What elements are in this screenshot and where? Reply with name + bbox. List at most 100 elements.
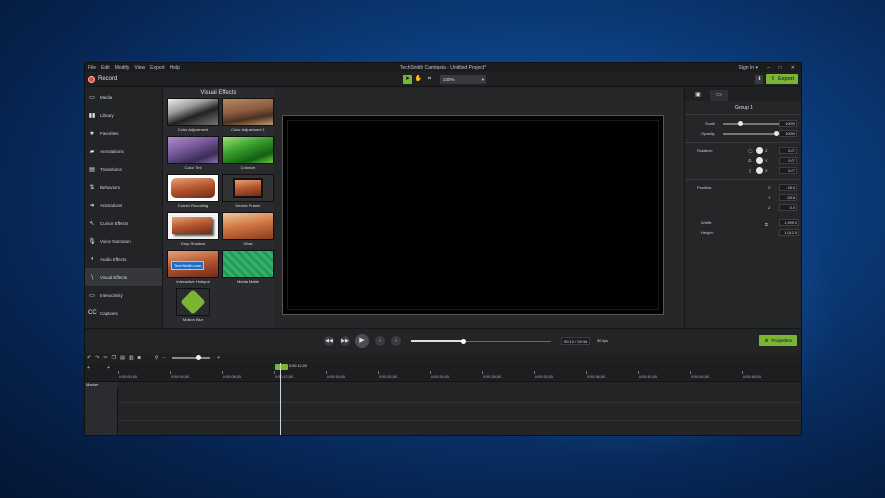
record-label: Record [98, 76, 118, 82]
add-marker-icon[interactable]: + [107, 365, 110, 371]
tab-group-properties-icon[interactable]: ▭ [710, 90, 728, 101]
zoom-search-icon[interactable]: ⚲ [155, 355, 159, 361]
effect-tile-color-tint[interactable]: Color Tint [167, 136, 219, 173]
nav-item-media[interactable]: ▭ Media [85, 88, 162, 106]
nav-item-voice-narration[interactable]: 🎙 Voice Narration [85, 232, 162, 250]
menu-file[interactable]: File [88, 65, 96, 71]
effect-thumbnail [176, 288, 210, 316]
zoom-out-icon[interactable]: − [162, 355, 165, 361]
position-x-row: Position: X -28.0 [685, 183, 801, 193]
nav-label: Cursor Effects [100, 220, 129, 226]
rotation-z-row: Rotation: ◯ Z 0.0° [685, 146, 801, 156]
timeline-zoom-slider[interactable] [172, 355, 211, 360]
step-forward-icon[interactable]: ▶▶ [340, 336, 350, 346]
redo-icon[interactable]: ↷ [95, 355, 99, 361]
opacity-field[interactable]: 100% [779, 130, 797, 137]
lock-aspect-icon[interactable]: ⧉ [765, 222, 768, 227]
copy-icon[interactable]: ❐ [112, 355, 116, 361]
scrubber-knob[interactable] [460, 339, 466, 344]
record-button[interactable]: Record [85, 75, 118, 83]
playhead-line [280, 363, 281, 435]
play-icon[interactable]: ▶ [355, 334, 369, 348]
properties-button[interactable]: ⚙ Properties [759, 335, 797, 346]
effect-tile-media-matte[interactable]: Media Matte [222, 250, 274, 287]
export-button[interactable]: ⇪ Export [766, 74, 798, 84]
maximize-icon[interactable]: □ [779, 65, 782, 71]
pan-tool-icon[interactable]: ✋ [414, 75, 423, 84]
properties-panel: ▣ ▭ Group 1 Scale 100% Opacity 100% Rota… [684, 88, 801, 328]
nav-item-animations[interactable]: ➜ Animations [85, 196, 162, 214]
playback-scrubber[interactable] [411, 339, 551, 344]
scale-field[interactable]: 100% [779, 120, 797, 127]
step-back-icon[interactable]: ◀◀ [324, 336, 334, 346]
nav-item-favorites[interactable]: ★ Favorites [85, 124, 162, 142]
menu-edit[interactable]: Edit [101, 65, 110, 71]
zoom-in-icon[interactable]: + [217, 355, 220, 361]
scale-slider[interactable] [723, 121, 779, 126]
tab-visual-properties-icon[interactable]: ▣ [689, 90, 707, 101]
add-track-icon[interactable]: + [87, 365, 90, 371]
rotation-z-field[interactable]: 0.0° [779, 147, 797, 154]
undo-icon[interactable]: ↶ [87, 355, 91, 361]
timeline-ruler[interactable]: + + 0:00:12;00 0:00:00;00 0:00:04;00 0:00:… [85, 363, 801, 382]
effect-tile-color-adjustment[interactable]: Color Adjustment [167, 98, 219, 135]
width-field[interactable]: 1,999.0 [779, 219, 799, 226]
rotation-y-field[interactable]: 0.0° [779, 157, 797, 164]
effect-tile-drop-shadow[interactable]: Drop Shadow [167, 212, 219, 249]
effect-thumbnail [167, 174, 219, 202]
next-icon[interactable]: › [391, 336, 401, 346]
menu-view[interactable]: View [134, 65, 145, 71]
position-z-field[interactable]: 0.0 [779, 204, 797, 211]
menu-help[interactable]: Help [170, 65, 180, 71]
canvas-preview[interactable] [287, 120, 659, 310]
close-icon[interactable]: ✕ [791, 65, 795, 71]
timeline-tracks[interactable] [85, 382, 801, 435]
paste-icon[interactable]: ▤ [120, 355, 125, 361]
scale-slider-knob[interactable] [738, 121, 744, 126]
effect-label: Color Adjustment [177, 127, 209, 132]
effect-tile-color-adjustment-1[interactable]: Color Adjustment 1 [222, 98, 274, 135]
effect-tile-interactive-hotspot[interactable]: TechSmith.com Interactive Hotspot [167, 250, 219, 287]
split-icon[interactable]: ▥ [129, 355, 134, 361]
menu-modify[interactable]: Modify [115, 65, 130, 71]
toolbar-right: ⬇ ⇪ Export [755, 74, 801, 84]
nav-item-visual-effects[interactable]: ∖ Visual Effects [85, 268, 162, 286]
nav-item-interactivity[interactable]: ▭ Interactivity [85, 286, 162, 304]
position-x-field[interactable]: -28.0 [779, 184, 797, 191]
nav-item-behaviors[interactable]: ⇅ Behaviors [85, 178, 162, 196]
cut-icon[interactable]: ✂ [103, 355, 107, 361]
previous-icon[interactable]: ‹ [375, 336, 385, 346]
nav-item-cursor-effects[interactable]: ↖ Cursor Effects [85, 214, 162, 232]
playhead-handle[interactable] [275, 364, 288, 370]
effect-tile-corner-rounding[interactable]: Corner Rounding [167, 174, 219, 211]
time-readout: 00:12 / 00:34 [561, 337, 591, 345]
effect-tile-colorize[interactable]: Colorize [222, 136, 274, 173]
ruler-tick-label: 0:00:32;00 [534, 371, 553, 379]
effect-tile-glow[interactable]: Glow [222, 212, 274, 249]
select-tool-icon[interactable]: ➤ [403, 75, 412, 84]
nav-item-annotations[interactable]: ▰ Annotations [85, 142, 162, 160]
position-y-field[interactable]: -53.6 [779, 194, 797, 201]
download-icon[interactable]: ⬇ [755, 74, 764, 84]
nav-item-audio-effects[interactable]: ◖ Audio Effects [85, 250, 162, 268]
minimize-icon[interactable]: – [767, 65, 770, 71]
nav-item-transitions[interactable]: ▤ Transitions [85, 160, 162, 178]
export-label: Export [778, 76, 794, 82]
height-field[interactable]: 1,012.0 [779, 229, 799, 236]
menu-export[interactable]: Export [150, 65, 164, 71]
snapshot-icon[interactable]: ◙ [138, 355, 141, 361]
opacity-slider[interactable] [723, 131, 779, 136]
zoom-slider-knob[interactable] [196, 355, 202, 360]
rotation-dial-icon[interactable] [756, 167, 763, 174]
effect-tile-device-frame[interactable]: Device Frame [222, 174, 274, 211]
effect-tile-motion-blur[interactable]: Motion Blur [167, 288, 219, 325]
rotation-dial-icon[interactable] [756, 157, 763, 164]
zoom-dropdown[interactable]: 100% [440, 75, 486, 84]
sign-in-button[interactable]: Sign In ▾ [739, 65, 758, 71]
nav-item-captions[interactable]: CC Captions [85, 304, 162, 322]
rotation-x-field[interactable]: 0.0° [779, 167, 797, 174]
marker-track-label[interactable]: Marker [85, 382, 118, 388]
rotation-dial-icon[interactable] [756, 147, 763, 154]
crop-tool-icon[interactable]: ⌗ [425, 75, 434, 84]
nav-item-library[interactable]: ▮▮ Library [85, 106, 162, 124]
